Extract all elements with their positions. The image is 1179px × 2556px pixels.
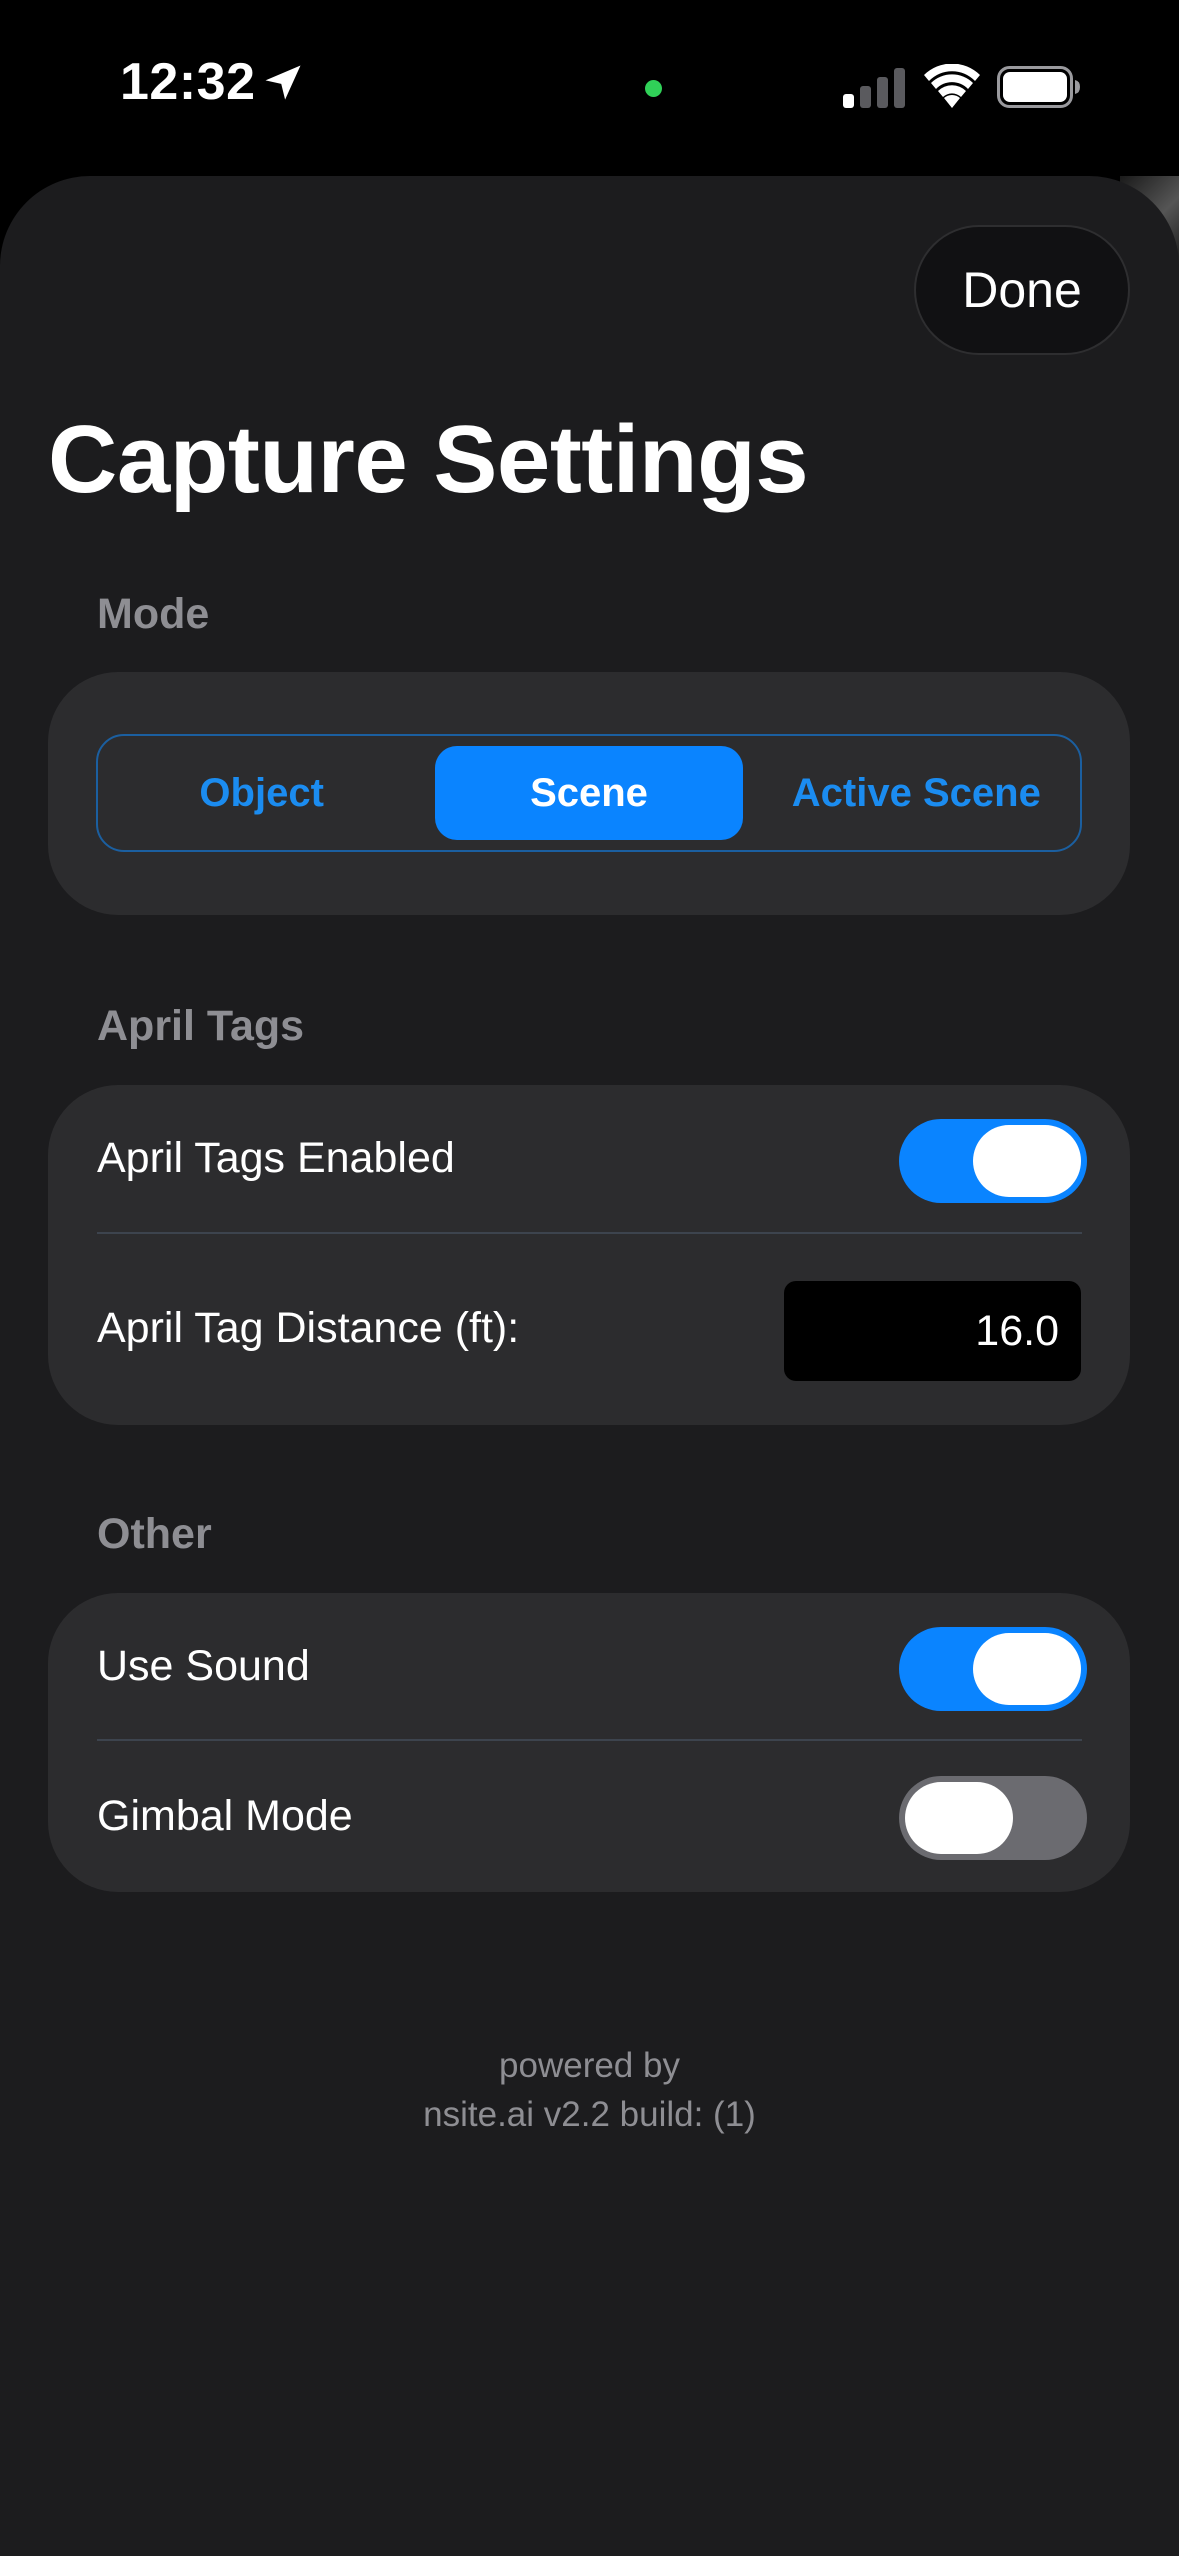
april-tags-card: April Tags Enabled April Tag Distance (f… xyxy=(48,1085,1130,1425)
cellular-signal-icon xyxy=(843,68,905,108)
battery-icon xyxy=(997,66,1080,108)
segment-scene[interactable]: Scene xyxy=(435,746,743,840)
page-title: Capture Settings xyxy=(48,406,809,513)
april-tags-section-header: April Tags xyxy=(97,1002,305,1050)
row-divider xyxy=(97,1232,1082,1234)
use-sound-label: Use Sound xyxy=(97,1642,310,1690)
april-tag-distance-input[interactable] xyxy=(784,1281,1081,1381)
toggle-knob xyxy=(973,1633,1081,1705)
gimbal-mode-toggle[interactable] xyxy=(899,1776,1087,1860)
segment-object[interactable]: Object xyxy=(108,746,415,840)
mode-card: Object Scene Active Scene xyxy=(48,672,1130,915)
mode-section-header: Mode xyxy=(97,590,210,638)
april-tag-distance-label: April Tag Distance (ft): xyxy=(97,1304,520,1352)
other-section-header: Other xyxy=(97,1510,212,1558)
use-sound-toggle[interactable] xyxy=(899,1627,1087,1711)
wifi-icon xyxy=(924,64,980,108)
mode-segmented-control: Object Scene Active Scene xyxy=(96,734,1082,852)
toggle-knob xyxy=(905,1782,1013,1854)
done-button[interactable]: Done xyxy=(914,225,1130,355)
segment-active-scene[interactable]: Active Scene xyxy=(763,746,1070,840)
row-divider xyxy=(97,1739,1082,1741)
status-bar: 12:32 xyxy=(0,0,1179,176)
april-tags-enabled-label: April Tags Enabled xyxy=(97,1134,455,1182)
status-time: 12:32 xyxy=(120,53,256,111)
camera-in-use-indicator xyxy=(645,80,662,97)
footer-version: nsite.ai v2.2 build: (1) xyxy=(423,2095,756,2134)
footer-powered-by: powered by xyxy=(499,2046,680,2085)
april-tags-enabled-toggle[interactable] xyxy=(899,1119,1087,1203)
other-card: Use Sound Gimbal Mode xyxy=(48,1593,1130,1892)
location-arrow-icon xyxy=(265,65,301,100)
toggle-knob xyxy=(973,1125,1081,1197)
gimbal-mode-label: Gimbal Mode xyxy=(97,1792,353,1840)
